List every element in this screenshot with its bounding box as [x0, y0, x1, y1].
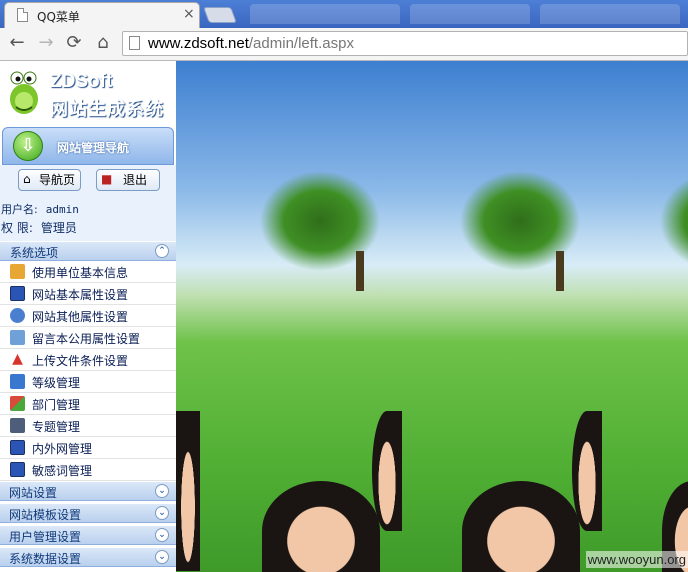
logo-title: ZDSoft: [50, 71, 113, 92]
role-label: 权 限:: [1, 221, 33, 235]
menu-item-label: 等级管理: [32, 376, 81, 390]
house-icon: ⌂: [23, 172, 31, 186]
page-content: ZDSoft 网站生成系统 ⇩ 网站管理导航 ⌂ 导航页 ■ 退出 用户名: a…: [0, 61, 688, 572]
section-system-options[interactable]: 系统选项 ⌃: [0, 241, 176, 261]
menu-item-label: 网站其他属性设置: [32, 310, 129, 324]
photo-girl: [462, 481, 580, 572]
expand-chevron-icon[interactable]: ⌄: [155, 484, 169, 498]
background-tab[interactable]: [410, 4, 530, 24]
close-icon[interactable]: ×: [183, 6, 195, 22]
tree-trunk: [356, 251, 364, 291]
username-line: 用户名: admin: [1, 201, 79, 217]
nav-header-title: 网站管理导航: [57, 141, 130, 155]
download-arrow-icon: ⇩: [13, 131, 43, 161]
tab-title: QQ菜单: [37, 10, 80, 24]
menu-item-label: 部门管理: [32, 398, 81, 412]
menu-item-label: 上传文件条件设置: [32, 354, 129, 368]
browser-toolbar: ← → ⟳ ⌂ www.zdsoft.net/admin/left.aspx: [0, 28, 688, 61]
home-icon[interactable]: ⌂: [92, 32, 114, 54]
nav-home-button[interactable]: ⌂ 导航页: [18, 169, 81, 191]
section-site-templates[interactable]: 网站模板设置 ⌄: [0, 503, 176, 523]
network-icon: [10, 440, 25, 455]
monitor-icon: [10, 286, 25, 301]
role-line: 权 限: 管理员: [1, 219, 77, 236]
tree-trunk: [556, 251, 564, 291]
menu-item-site-basic[interactable]: 网站基本属性设置: [0, 283, 176, 305]
section-label: 系统选项: [10, 246, 59, 260]
menu-item-label: 内外网管理: [32, 442, 93, 456]
bug-logo-icon: [10, 71, 38, 114]
section-label: 网站模板设置: [9, 508, 82, 522]
menu-item-departments[interactable]: 部门管理: [0, 393, 176, 415]
username-label: 用户名:: [1, 203, 38, 216]
users-icon: [10, 308, 25, 323]
watermark: www.wooyun.org: [585, 551, 688, 568]
expand-chevron-icon[interactable]: ⌄: [155, 550, 169, 564]
menu-item-levels[interactable]: 等级管理: [0, 371, 176, 393]
menu-item-topics[interactable]: 专题管理: [0, 415, 176, 437]
user-info: 用户名: admin 权 限: 管理员: [0, 195, 176, 241]
menu-item-sensitive-words[interactable]: 敏感词管理: [0, 459, 176, 481]
box-icon: [10, 264, 25, 279]
logo: ZDSoft 网站生成系统: [0, 61, 176, 127]
reload-icon[interactable]: ⟳: [63, 32, 85, 54]
browser-tab-active[interactable]: QQ菜单 ×: [4, 2, 200, 28]
photo-girl: [372, 411, 402, 531]
page-icon: [129, 36, 140, 50]
menu-item-label: 专题管理: [32, 420, 81, 434]
section-system-data[interactable]: 系统数据设置 ⌄: [0, 547, 176, 567]
note-icon: [10, 330, 25, 345]
tools-icon: [10, 418, 25, 433]
nav-header: ⇩ 网站管理导航: [2, 127, 174, 165]
logout-button[interactable]: ■ 退出: [96, 169, 160, 191]
monitor-icon: [10, 462, 25, 477]
menu-item-upload[interactable]: ▲ 上传文件条件设置: [0, 349, 176, 371]
collapse-chevron-icon[interactable]: ⌃: [155, 244, 169, 258]
nav-panel: ⇩ 网站管理导航 ⌂ 导航页 ■ 退出 用户名: admin 权 限: 管理员: [0, 127, 176, 572]
page-icon: [17, 8, 28, 22]
nav-button-row: ⌂ 导航页 ■ 退出: [0, 165, 176, 195]
logout-label: 退出: [123, 173, 148, 187]
menu-item-guestbook[interactable]: 留言本公用属性设置: [0, 327, 176, 349]
menu-item-label: 使用单位基本信息: [32, 266, 129, 280]
forward-arrow-icon[interactable]: →: [35, 32, 57, 54]
url-host: www.zdsoft.net: [148, 35, 249, 52]
section-label: 系统数据设置: [9, 552, 82, 566]
menu-item-label: 敏感词管理: [32, 464, 93, 478]
accessibility-icon: [10, 374, 25, 389]
nav-home-label: 导航页: [39, 173, 76, 187]
blocks-icon: [10, 396, 25, 411]
section-label: 网站设置: [9, 486, 58, 500]
admin-sidebar: ZDSoft 网站生成系统 ⇩ 网站管理导航 ⌂ 导航页 ■ 退出 用户名: a…: [0, 61, 176, 572]
role-value: 管理员: [40, 221, 77, 235]
logo-subtitle: 网站生成系统: [50, 99, 164, 120]
username-value: admin: [45, 203, 79, 216]
url-path: /admin/left.aspx: [248, 35, 354, 52]
back-arrow-icon[interactable]: ←: [6, 32, 28, 54]
exit-door-icon: ■: [101, 172, 113, 186]
menu-item-label: 留言本公用属性设置: [32, 332, 141, 346]
menu-item-label: 网站基本属性设置: [32, 288, 129, 302]
menu-item-site-other[interactable]: 网站其他属性设置: [0, 305, 176, 327]
new-tab-button[interactable]: [203, 7, 237, 23]
upload-icon: ▲: [12, 351, 23, 367]
menu-item-unit-info[interactable]: 使用单位基本信息: [0, 261, 176, 283]
photo-girl: [176, 411, 200, 571]
section-site-settings[interactable]: 网站设置 ⌄: [0, 481, 176, 501]
url-text: www.zdsoft.net/admin/left.aspx: [148, 35, 354, 52]
menu-item-network[interactable]: 内外网管理: [0, 437, 176, 459]
section-label: 用户管理设置: [9, 530, 82, 544]
photo-girl: [572, 411, 602, 531]
section-user-management[interactable]: 用户管理设置 ⌄: [0, 525, 176, 545]
address-bar[interactable]: www.zdsoft.net/admin/left.aspx: [122, 31, 688, 56]
background-tab[interactable]: [250, 4, 400, 24]
photo-girl: [262, 481, 380, 572]
expand-chevron-icon[interactable]: ⌄: [155, 528, 169, 542]
browser-tabstrip: QQ菜单 ×: [0, 0, 688, 28]
expand-chevron-icon[interactable]: ⌄: [155, 506, 169, 520]
background-tab[interactable]: [540, 4, 680, 24]
